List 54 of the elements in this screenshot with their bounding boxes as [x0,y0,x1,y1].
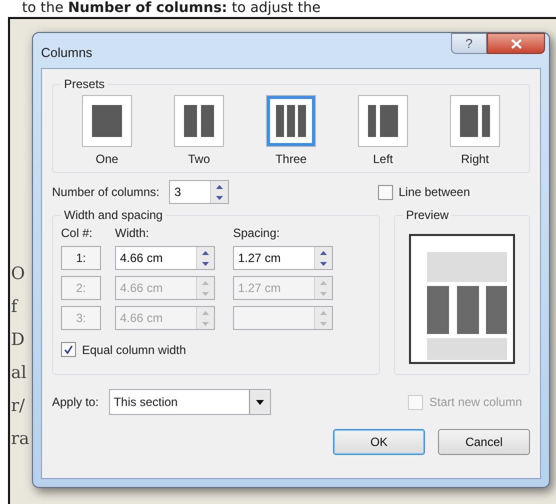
preset-option[interactable]: Two [174,95,224,166]
intro-text: to the Number of columns: to adjust the [22,0,322,16]
help-button[interactable]: ? [451,33,487,54]
column-header: Width: [115,226,150,240]
down-arrow-icon[interactable] [320,262,327,266]
spacing-spinner[interactable]: 1.27 cm [233,246,333,270]
preset-label: Left [372,152,393,166]
check-icon [64,345,73,354]
group-title: Presets [63,77,106,91]
background-text: ra [11,429,30,451]
background-text: al [11,363,27,385]
preset-label: Three [275,152,307,166]
preset-label: One [96,152,118,166]
group-title: Preview [405,208,450,222]
columns-layout-icon [276,105,306,137]
checkbox-label: Start new column [429,395,522,409]
width-spinner[interactable]: 4.66 cm [115,246,215,270]
preset-option[interactable]: Three [266,95,316,166]
preset-label: Right [460,152,489,166]
column-number-button[interactable]: 1: [61,246,101,270]
dropdown-arrow-icon [256,400,264,404]
up-arrow-icon[interactable] [202,250,209,254]
preset-label: Two [188,152,210,166]
down-arrow-icon[interactable] [216,196,224,200]
background-text: r/ [11,396,25,418]
checkbox-label: Equal column width [82,342,186,356]
columns-layout-icon [460,105,490,137]
up-arrow-icon[interactable] [216,184,224,188]
columns-layout-icon [184,105,214,137]
close-icon [510,38,522,48]
ok-button[interactable]: OK [333,429,425,455]
preset-option[interactable]: One [82,95,132,166]
checkbox[interactable] [61,342,76,357]
background-text: O [11,264,25,286]
dialog-title: Columns [41,45,92,60]
group-title: Width and spacing [63,208,164,222]
column-header: Col #: [61,226,94,240]
cancel-button[interactable]: Cancel [438,429,530,455]
preset-option[interactable]: Left [358,95,408,166]
down-arrow-icon[interactable] [202,262,209,266]
up-arrow-icon[interactable] [320,250,327,254]
background-text: D [11,330,25,352]
field-label: Apply to: [52,395,99,409]
field-label: Number of columns: [52,185,160,199]
checkbox-label: Line between [398,185,470,199]
number-spinner[interactable]: 3 [169,180,230,204]
checkbox[interactable] [378,184,393,200]
preset-option[interactable]: Right [450,95,500,166]
apply-to-dropdown[interactable]: This section [108,389,271,415]
column-header: Spacing: [233,226,281,240]
columns-layout-icon [92,105,122,137]
background-text: f [11,297,18,319]
close-button[interactable] [487,33,545,54]
columns-layout-icon [368,105,398,137]
